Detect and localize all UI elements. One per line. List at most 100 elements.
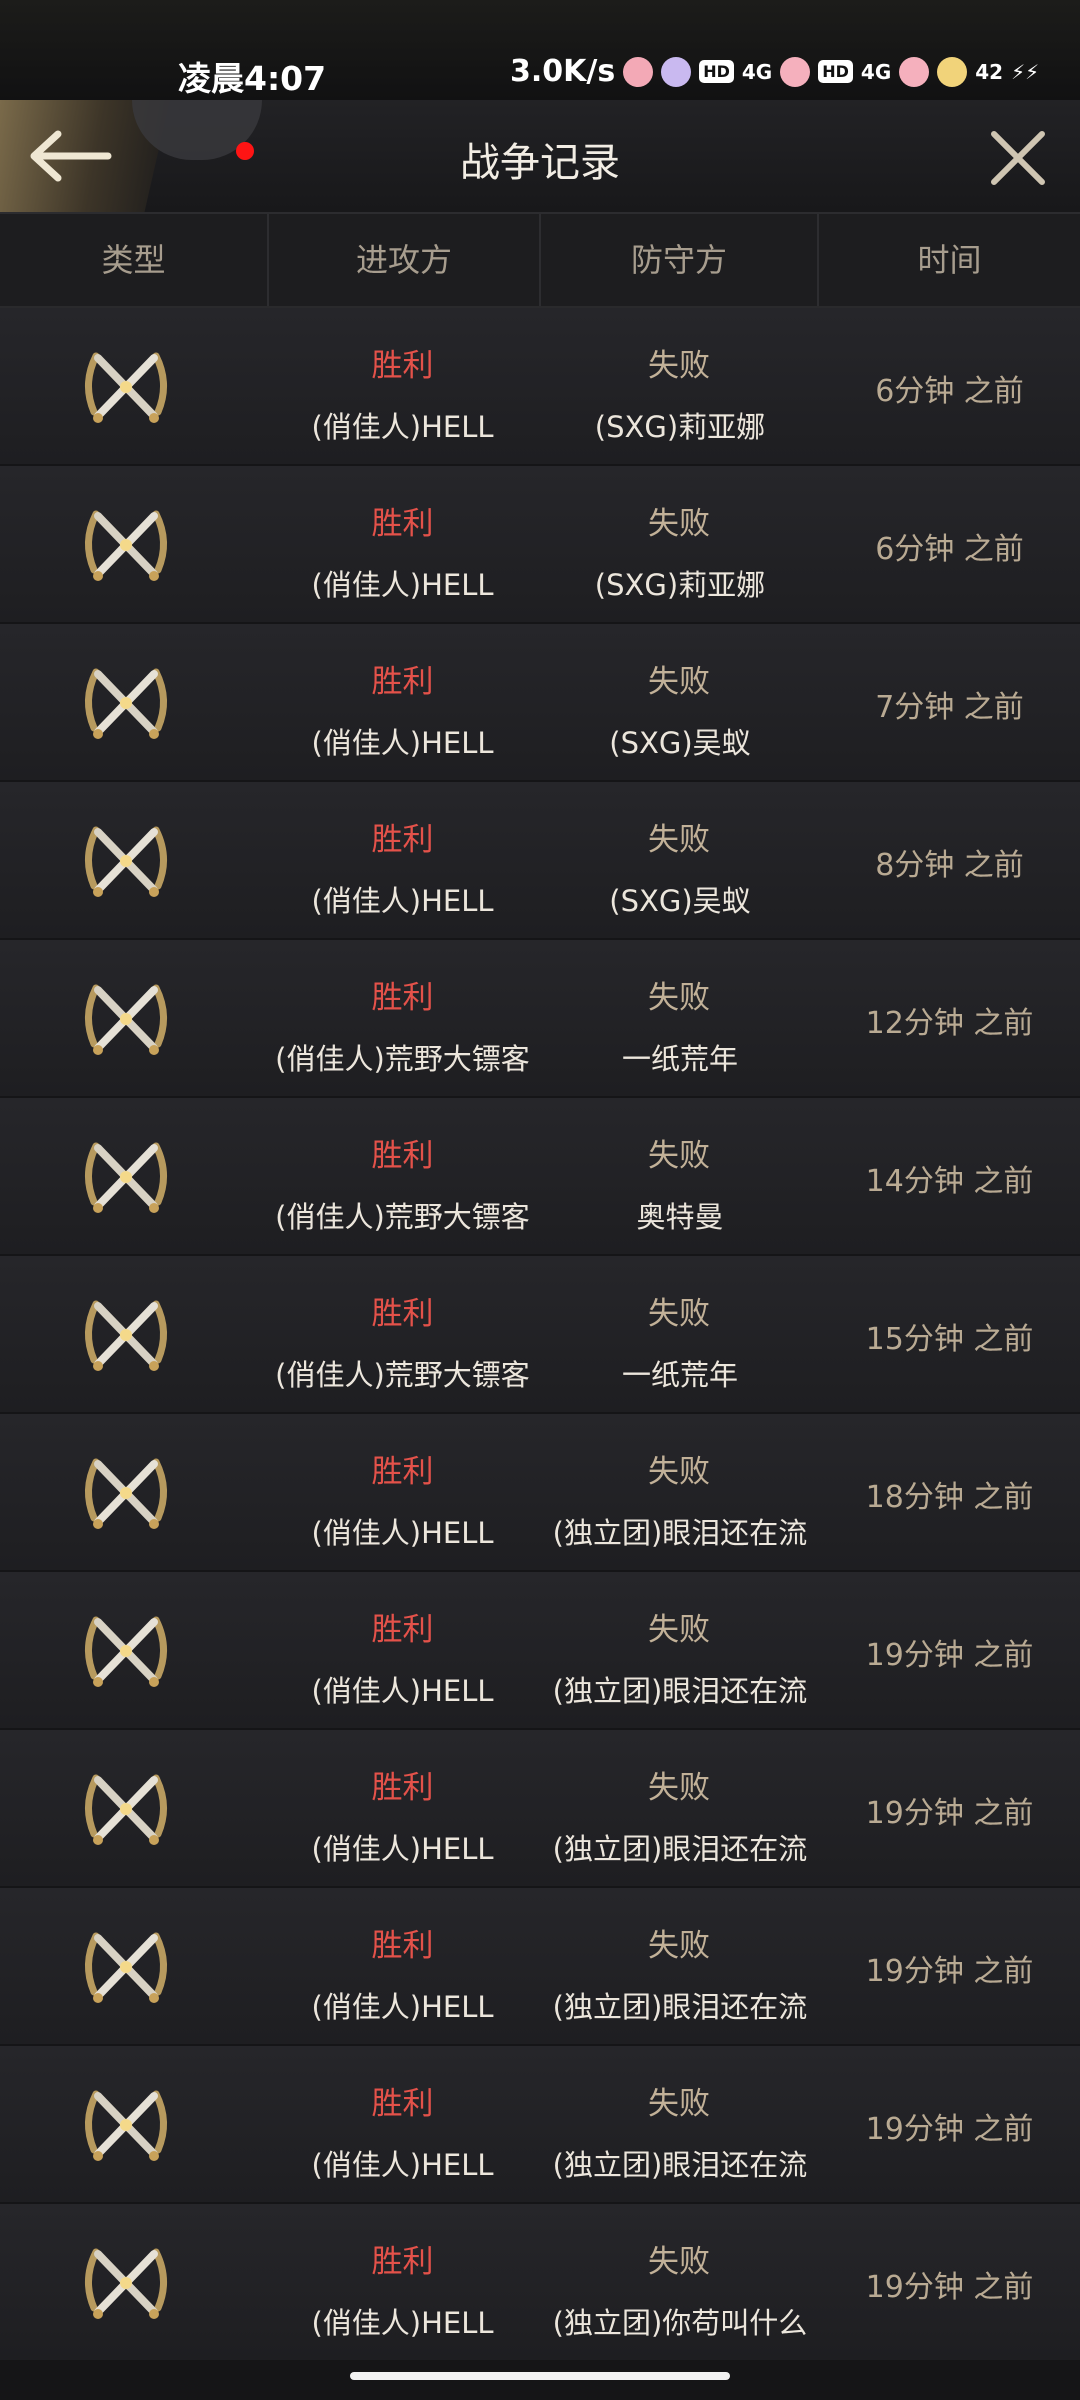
attacker-name: (俏佳人)HELL: [311, 726, 494, 760]
record-time: 8分钟 之前: [875, 848, 1024, 883]
column-type: 类型: [0, 214, 269, 306]
page-title: 战争记录: [460, 140, 620, 186]
defender-result: 失败: [648, 822, 710, 858]
signal-icon: [780, 56, 811, 87]
attacker-result: 胜利: [371, 822, 434, 858]
attacker-result: 胜利: [371, 1296, 434, 1332]
table-row[interactable]: 胜利 (俏佳人)HELL 失败 (SXG)吴蚁 8分钟 之前: [0, 782, 1080, 938]
defender-name: (独立团)眼泪还在流: [552, 1674, 808, 1708]
table-row[interactable]: 胜利 (俏佳人)HELL 失败 (独立团)眼泪还在流 19分钟 之前: [0, 1888, 1080, 2044]
defender-result: 失败: [648, 2086, 710, 2122]
record-time: 19分钟 之前: [865, 1954, 1034, 1989]
record-time: 14分钟 之前: [865, 1164, 1034, 1199]
battle-swords-icon: [76, 1764, 176, 1854]
table-row[interactable]: 胜利 (俏佳人)HELL 失败 (SXG)莉亚娜 6分钟 之前: [0, 308, 1080, 464]
defender-name: (独立团)眼泪还在流: [552, 1832, 808, 1866]
attacker-name: (俏佳人)HELL: [311, 1516, 494, 1550]
notification-icon: [623, 56, 654, 87]
column-defender: 防守方: [541, 214, 819, 306]
home-indicator[interactable]: [350, 2372, 730, 2380]
defender-name: (独立团)眼泪还在流: [552, 2148, 808, 2182]
record-time: 15分钟 之前: [865, 1322, 1034, 1357]
defender-result: 失败: [648, 348, 710, 384]
defender-name: (SXG)莉亚娜: [594, 568, 766, 602]
record-time: 19分钟 之前: [865, 2112, 1034, 2147]
status-indicators: 3.0K/s HD 4G HD 4G 42 ⚡⚡: [510, 54, 1039, 89]
table-row[interactable]: 胜利 (俏佳人)荒野大镖客 失败 一纸荒年 12分钟 之前: [0, 940, 1080, 1096]
table-row[interactable]: 胜利 (俏佳人)HELL 失败 (独立团)眼泪还在流 19分钟 之前: [0, 1572, 1080, 1728]
attacker-name: (俏佳人)HELL: [311, 1832, 494, 1866]
defender-name: 一纸荒年: [621, 1042, 738, 1076]
status-bar: 凌晨4:07 3.0K/s HD 4G HD 4G 42 ⚡⚡: [0, 0, 1080, 100]
defender-result: 失败: [648, 1296, 710, 1332]
attacker-name: (俏佳人)HELL: [311, 1990, 494, 2024]
battle-swords-icon: [76, 1290, 176, 1380]
attacker-result: 胜利: [371, 1770, 434, 1806]
signal-label-2: 4G: [860, 59, 892, 84]
table-row[interactable]: 胜利 (俏佳人)HELL 失败 (独立团)眼泪还在流 19分钟 之前: [0, 1730, 1080, 1886]
defender-result: 失败: [648, 1138, 710, 1174]
table-row[interactable]: 胜利 (俏佳人)荒野大镖客 失败 奥特曼 14分钟 之前: [0, 1098, 1080, 1254]
attacker-name: (俏佳人)HELL: [311, 2148, 494, 2182]
table-row[interactable]: 胜利 (俏佳人)HELL 失败 (独立团)眼泪还在流 18分钟 之前: [0, 1414, 1080, 1570]
hd-badge-2: HD: [818, 60, 853, 83]
defender-name: (SXG)吴蚁: [609, 884, 751, 918]
defender-result: 失败: [648, 1770, 710, 1806]
network-speed: 3.0K/s: [510, 54, 616, 89]
attacker-name: (俏佳人)荒野大镖客: [275, 1200, 530, 1234]
battle-swords-icon: [76, 342, 176, 432]
defender-name: (独立团)你苟叫什么: [552, 2306, 808, 2340]
battle-swords-icon: [76, 1922, 176, 2012]
war-record-list[interactable]: 胜利 (俏佳人)HELL 失败 (SXG)莉亚娜 6分钟 之前 胜利 (俏佳人)…: [0, 308, 1080, 2362]
column-attacker: 进攻方: [269, 214, 541, 306]
defender-result: 失败: [648, 506, 710, 542]
battery-level: 42: [975, 59, 1004, 84]
attacker-result: 胜利: [371, 1138, 434, 1174]
record-time: 6分钟 之前: [875, 374, 1024, 409]
battle-swords-icon: [76, 1606, 176, 1696]
record-time: 19分钟 之前: [865, 1638, 1034, 1673]
hd-badge: HD: [699, 60, 734, 83]
battle-swords-icon: [76, 2080, 176, 2170]
top-bar: 战争记录: [0, 100, 1080, 214]
defender-result: 失败: [648, 1928, 710, 1964]
table-row[interactable]: 胜利 (俏佳人)HELL 失败 (SXG)莉亚娜 6分钟 之前: [0, 466, 1080, 622]
defender-name: (SXG)吴蚁: [609, 726, 751, 760]
close-icon[interactable]: [986, 126, 1050, 190]
table-row[interactable]: 胜利 (俏佳人)HELL 失败 (独立团)眼泪还在流 19分钟 之前: [0, 2046, 1080, 2202]
table-row[interactable]: 胜利 (俏佳人)HELL 失败 (独立团)你苟叫什么 19分钟 之前: [0, 2204, 1080, 2360]
signal-label: 4G: [741, 59, 773, 84]
defender-result: 失败: [648, 1454, 710, 1490]
attacker-result: 胜利: [371, 506, 434, 542]
column-time: 时间: [917, 241, 982, 279]
battle-swords-icon: [76, 1448, 176, 1538]
defender-result: 失败: [648, 664, 710, 700]
attacker-result: 胜利: [371, 2086, 434, 2122]
table-row[interactable]: 胜利 (俏佳人)荒野大镖客 失败 一纸荒年 15分钟 之前: [0, 1256, 1080, 1412]
attacker-name: (俏佳人)HELL: [311, 884, 494, 918]
defender-name: 一纸荒年: [621, 1358, 738, 1392]
attacker-name: (俏佳人)荒野大镖客: [275, 1042, 530, 1076]
column-header: 类型 进攻方 防守方 时间: [0, 214, 1080, 308]
record-time: 19分钟 之前: [865, 2270, 1034, 2305]
defender-result: 失败: [648, 980, 710, 1016]
charging-icon: ⚡⚡: [1011, 59, 1040, 84]
attacker-name: (俏佳人)HELL: [311, 1674, 494, 1708]
battle-swords-icon: [76, 500, 176, 590]
battle-swords-icon: [76, 974, 176, 1064]
table-row[interactable]: 胜利 (俏佳人)HELL 失败 (SXG)吴蚁 7分钟 之前: [0, 624, 1080, 780]
attacker-result: 胜利: [371, 1928, 434, 1964]
attacker-result: 胜利: [371, 1612, 434, 1648]
attacker-result: 胜利: [371, 664, 434, 700]
attacker-result: 胜利: [371, 2244, 434, 2280]
record-time: 12分钟 之前: [865, 1006, 1034, 1041]
battle-swords-icon: [76, 816, 176, 906]
attacker-name: (俏佳人)HELL: [311, 2306, 494, 2340]
battle-swords-icon: [76, 1132, 176, 1222]
attacker-result: 胜利: [371, 980, 434, 1016]
attacker-name: (俏佳人)HELL: [311, 410, 494, 444]
status-time: 凌晨4:07: [178, 59, 327, 98]
attacker-result: 胜利: [371, 1454, 434, 1490]
defender-name: (独立团)眼泪还在流: [552, 1516, 808, 1550]
defender-name: (SXG)莉亚娜: [594, 410, 766, 444]
